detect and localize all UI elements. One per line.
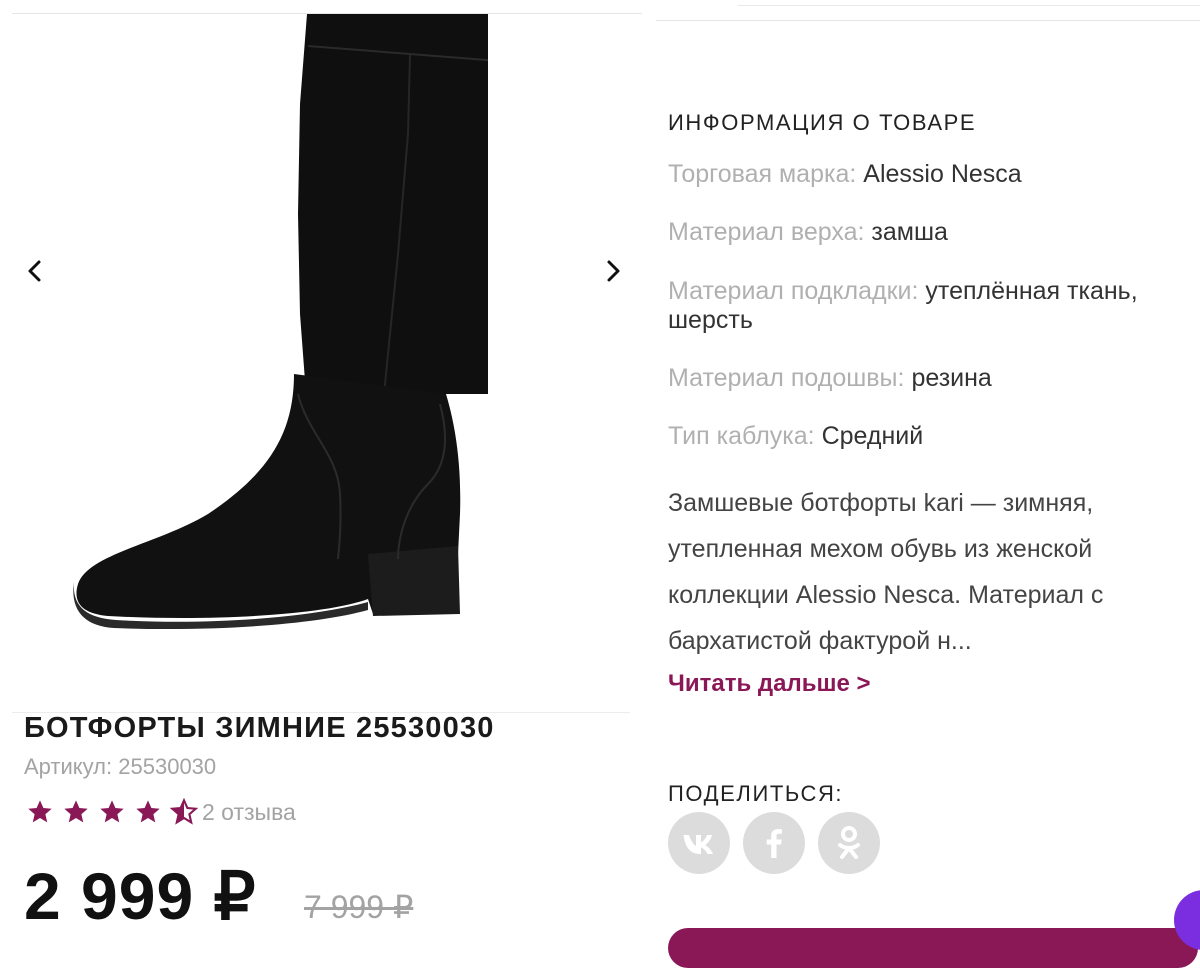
attribute-sole-material: Материал подошвы: резина <box>668 364 1200 393</box>
odnoklassniki-icon <box>838 826 860 859</box>
product-title: БОТФОРТЫ ЗИМНИЕ 25530030 <box>24 712 495 744</box>
share-title: ПОДЕЛИТЬСЯ: <box>668 781 844 806</box>
share-vk-button[interactable] <box>668 812 730 874</box>
attribute-key: Торговая марка: <box>668 160 857 188</box>
product-info-panel: ИНФОРМАЦИЯ О ТОВАРЕ Торговая марка: Ales… <box>648 0 1200 968</box>
divider <box>656 20 1200 21</box>
star-half-icon <box>170 798 198 825</box>
attribute-key: Материал верха: <box>668 218 865 246</box>
attribute-key: Тип каблука: <box>668 422 815 450</box>
attribute-value: замша <box>871 218 948 246</box>
attribute-key: Материал подошвы: <box>668 364 905 392</box>
product-gallery-panel: БОТФОРТЫ ЗИМНИЕ 25530030 Артикул: 255300… <box>0 0 645 946</box>
product-rating[interactable]: 2 отзыва <box>26 795 296 829</box>
facebook-icon <box>766 829 782 858</box>
star-full-icon <box>136 800 160 823</box>
reviews-link[interactable]: 2 отзыва <box>202 799 296 826</box>
sku-label: Артикул: <box>24 754 113 779</box>
star-full-icon <box>28 800 52 823</box>
star-full-icon <box>64 800 88 823</box>
sku-value: 25530030 <box>118 754 217 779</box>
vk-icon <box>683 835 713 854</box>
product-description: Замшевые ботфорты kari — зимняя, утеплен… <box>668 489 1104 655</box>
share-odnoklassniki-button[interactable] <box>818 812 880 874</box>
product-image[interactable] <box>68 14 488 644</box>
chevron-left-icon <box>28 260 41 282</box>
info-section-title: ИНФОРМАЦИЯ О ТОВАРЕ <box>668 110 977 135</box>
attribute-brand: Торговая марка: Alessio Nesca <box>668 160 1200 189</box>
divider <box>738 5 1200 6</box>
attribute-value: Alessio Nesca <box>863 160 1022 188</box>
attribute-value: Средний <box>821 422 924 450</box>
attribute-lining-material: Материал подкладки: утеплённая ткань, ше… <box>668 277 1200 335</box>
read-more-link[interactable]: Читать дальше > <box>668 670 871 698</box>
add-to-cart-button[interactable] <box>668 928 1198 968</box>
old-price: 7 999 ₽ <box>304 889 414 925</box>
product-gallery <box>0 14 645 714</box>
current-price: 2 999 ₽ <box>24 859 257 933</box>
attribute-key: Материал подкладки: <box>668 277 919 305</box>
attribute-heel-type: Тип каблука: Средний <box>668 422 1200 451</box>
gallery-next-button[interactable] <box>592 246 636 296</box>
share-facebook-button[interactable] <box>743 812 805 874</box>
product-sku: Артикул: 25530030 <box>24 754 216 780</box>
attribute-value: резина <box>911 364 992 392</box>
gallery-prev-button[interactable] <box>12 246 56 296</box>
attribute-upper-material: Материал верха: замша <box>668 218 1200 247</box>
chevron-right-icon <box>607 260 620 282</box>
star-full-icon <box>100 800 124 823</box>
